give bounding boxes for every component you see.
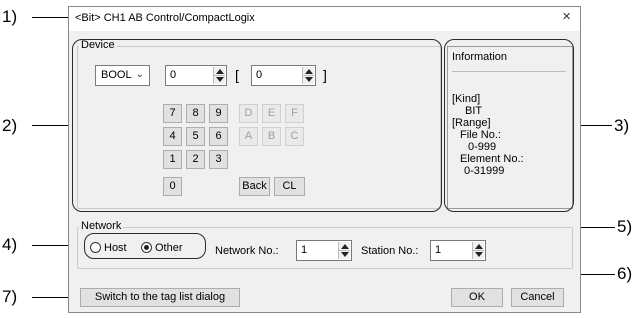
device-area-highlight [72, 39, 442, 212]
network-no-value: 1 [301, 244, 308, 256]
spin-divider [339, 250, 350, 251]
spin-down-icon [475, 252, 483, 257]
callout-1: 1) [2, 7, 18, 26]
spin-down-icon [341, 252, 349, 257]
callout-4: 4) [2, 235, 18, 254]
network-no-label: Network No.: [215, 245, 279, 257]
station-no-spinner[interactable] [472, 242, 484, 259]
host-other-highlight [84, 233, 206, 259]
spin-up-icon [475, 244, 483, 249]
ok-button[interactable]: OK [451, 288, 503, 307]
callout-3: 3) [614, 116, 630, 135]
callout-2: 2) [2, 116, 18, 135]
network-no-spinner[interactable] [338, 242, 350, 259]
callout-5: 5) [617, 217, 633, 236]
callout-7: 7) [2, 287, 18, 306]
switch-to-tag-list-button[interactable]: Switch to the tag list dialog [80, 288, 240, 307]
station-no-value: 1 [435, 244, 442, 256]
cancel-button[interactable]: Cancel [511, 288, 564, 307]
callout-6: 6) [617, 264, 633, 283]
leader-line-2 [32, 125, 72, 126]
spin-divider [473, 250, 484, 251]
title-bar: <Bit> CH1 AB Control/CompactLogix × [69, 7, 580, 31]
spin-up-icon [341, 244, 349, 249]
dialog-title: <Bit> CH1 AB Control/CompactLogix [75, 12, 255, 24]
close-icon[interactable]: × [562, 9, 571, 24]
station-no-input[interactable]: 1 [430, 240, 486, 261]
network-group-label: Network [79, 220, 124, 232]
information-area-highlight [444, 39, 574, 212]
station-no-label: Station No.: [361, 245, 419, 257]
network-no-input[interactable]: 1 [296, 240, 352, 261]
leader-line-1 [32, 17, 70, 18]
